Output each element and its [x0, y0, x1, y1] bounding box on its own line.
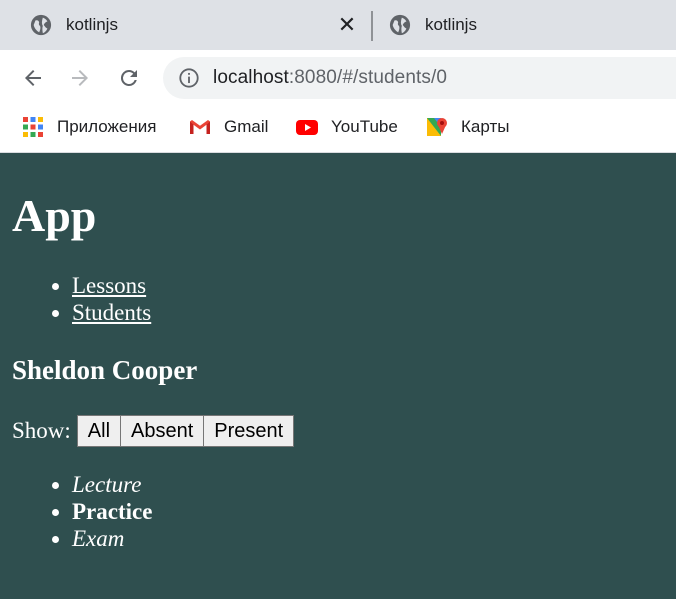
- filter-all-button[interactable]: All: [76, 415, 122, 447]
- student-name: Sheldon Cooper: [12, 355, 198, 385]
- app-nav: Lessons Students: [0, 272, 151, 326]
- bookmarks-bar: Приложения Gmail YouTube Карты: [0, 104, 676, 153]
- globe-icon: [30, 14, 52, 36]
- lesson-item-practice: Practice: [72, 498, 152, 525]
- lesson-item-lecture: Lecture: [72, 471, 152, 498]
- url-host: localhost: [213, 67, 289, 88]
- lesson-item-exam: Exam: [72, 525, 152, 552]
- browser-toolbar: localhost:8080/#/students/0: [0, 50, 676, 104]
- nav-item-students: Students: [72, 299, 151, 326]
- gmail-icon: [190, 120, 210, 135]
- bookmark-gmail[interactable]: Gmail: [188, 114, 268, 140]
- bookmark-label: Карты: [461, 117, 510, 136]
- lesson-list: Lecture Practice Exam: [0, 471, 152, 552]
- nav-link-lessons[interactable]: Lessons: [72, 273, 146, 298]
- nav-item-lessons: Lessons: [72, 272, 151, 299]
- youtube-icon: [296, 120, 318, 135]
- bookmark-label: YouTube: [331, 117, 398, 136]
- filter-absent-button[interactable]: Absent: [120, 415, 205, 447]
- tab-title: kotlinjs: [425, 15, 477, 34]
- bookmark-apps[interactable]: Приложения: [21, 114, 156, 140]
- globe-icon: [389, 14, 411, 36]
- bookmark-label: Приложения: [57, 117, 157, 136]
- address-bar[interactable]: localhost:8080/#/students/0: [163, 57, 676, 99]
- apps-grid-icon: [23, 117, 43, 137]
- tab-kotlinjs-active[interactable]: kotlinjs ✕: [0, 0, 372, 50]
- url-path: :8080/#/students/0: [288, 67, 448, 88]
- filter-present-button[interactable]: Present: [203, 415, 295, 447]
- bookmark-label: Gmail: [224, 117, 269, 136]
- filter-bar: Show: All Absent Present: [12, 415, 295, 447]
- maps-icon: [427, 118, 447, 136]
- info-icon[interactable]: [178, 67, 200, 89]
- bookmark-youtube[interactable]: YouTube: [295, 114, 398, 140]
- app-title: App: [12, 190, 97, 241]
- page-content: App Lessons Students Sheldon Cooper Show…: [0, 154, 676, 599]
- close-icon[interactable]: ✕: [336, 14, 358, 36]
- nav-link-students[interactable]: Students: [72, 300, 151, 325]
- reload-icon[interactable]: [117, 66, 141, 90]
- bookmark-maps[interactable]: Карты: [425, 114, 509, 140]
- tab-kotlinjs-inactive[interactable]: kotlinjs: [373, 0, 676, 50]
- forward-arrow-icon[interactable]: [68, 66, 92, 90]
- browser-tabstrip: kotlinjs ✕ kotlinjs: [0, 0, 676, 50]
- back-arrow-icon[interactable]: [21, 66, 45, 90]
- tab-title: kotlinjs: [66, 15, 118, 34]
- filter-label: Show:: [12, 418, 71, 443]
- url-text[interactable]: localhost:8080/#/students/0: [213, 67, 447, 89]
